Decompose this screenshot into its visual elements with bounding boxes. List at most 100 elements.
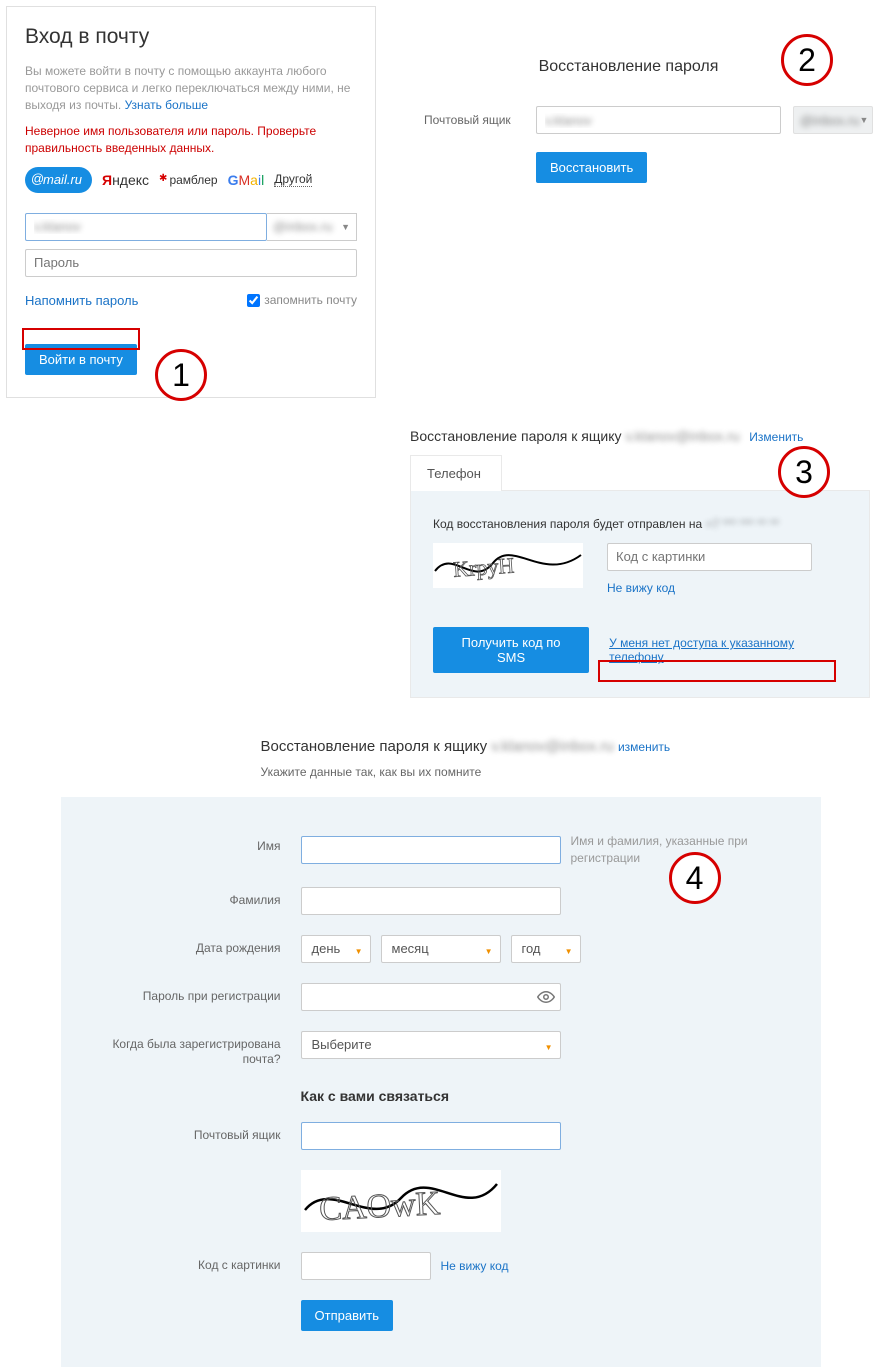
recovery-domain-value: @inbox.ru xyxy=(800,113,859,128)
svg-text:CAOwK: CAOwK xyxy=(318,1185,441,1228)
domain-value: @inbox.ru xyxy=(273,219,332,234)
send-button[interactable]: Отправить xyxy=(301,1300,393,1331)
learn-more-link[interactable]: Узнать больше xyxy=(125,98,208,112)
remind-password-link[interactable]: Напомнить пароль xyxy=(25,293,138,308)
phone-change-link[interactable]: Изменить xyxy=(749,430,803,444)
regpwd-input[interactable] xyxy=(301,983,561,1011)
chevron-down-icon: ▼ xyxy=(565,947,573,956)
captcha-input[interactable] xyxy=(607,543,812,571)
dob-month-select[interactable]: месяц▼ xyxy=(381,935,501,963)
row-code: Код с картинки Не вижу код xyxy=(101,1252,781,1280)
login-error: Неверное имя пользователя или пароль. Пр… xyxy=(25,123,357,157)
full-recovery-panel: Восстановление пароля к ящику v.klanov@i… xyxy=(61,738,821,1367)
name-input[interactable] xyxy=(301,836,561,864)
login-panel: Вход в почту Вы можете войти в почту с п… xyxy=(6,6,376,398)
username-row: @inbox.ru ▼ xyxy=(25,213,357,241)
dob-year-select[interactable]: год ▼ xyxy=(511,935,581,963)
login-button[interactable]: Войти в почту xyxy=(25,344,137,375)
recovery-button[interactable]: Восстановить xyxy=(536,152,647,183)
regpwd-label: Пароль при регистрации xyxy=(101,983,301,1005)
gmail-g: G xyxy=(228,172,239,188)
when-label: Когда была зарегистрирована почта? xyxy=(101,1031,301,1068)
provider-other[interactable]: Другой xyxy=(274,172,312,187)
annotation-3: 3 xyxy=(778,446,830,498)
chevron-down-icon: ▼ xyxy=(485,947,493,956)
full-submit-row: Отправить xyxy=(301,1300,781,1331)
row-contact: Почтовый ящик xyxy=(101,1122,781,1150)
dob-year-value: год xyxy=(522,941,541,956)
row-captcha2: CAOwK xyxy=(101,1170,781,1232)
cant-see-code-link-2[interactable]: Не вижу код xyxy=(441,1259,509,1273)
username-input[interactable] xyxy=(25,213,267,241)
provider-row: mail.ru Яндекс рамблер GMail Другой xyxy=(25,167,357,193)
dob-day-select[interactable]: день▼ xyxy=(301,935,371,963)
surname-input[interactable] xyxy=(301,887,561,915)
provider-yandex[interactable]: Яндекс xyxy=(102,172,149,188)
login-intro: Вы можете войти в почту с помощью аккаун… xyxy=(25,63,357,113)
captcha2-spacer xyxy=(101,1170,301,1176)
annotation-2: 2 xyxy=(781,34,833,86)
domain-select[interactable]: @inbox.ru ▼ xyxy=(267,213,357,241)
recovery-email-row: Почтовый ящик @inbox.ru ▼ xyxy=(384,106,873,134)
recovery-domain-select[interactable]: @inbox.ru ▼ xyxy=(793,106,873,134)
phone-actions: Получить код по SMS У меня нет доступа к… xyxy=(433,627,847,673)
full-subtitle: Укажите данные так, как вы их помните xyxy=(261,765,821,779)
cant-see-code-link[interactable]: Не вижу код xyxy=(607,581,675,595)
contact-input[interactable] xyxy=(301,1122,561,1150)
no-phone-access-link[interactable]: У меня нет доступа к указанному телефону xyxy=(609,636,847,664)
chevron-down-icon: ▼ xyxy=(341,222,350,232)
row-when: Когда была зарегистрирована почта? Выбер… xyxy=(101,1031,781,1068)
svg-text:KrpyH: KrpyH xyxy=(452,553,515,582)
login-below-row: Напомнить пароль запомнить почту xyxy=(25,293,357,308)
tab-phone[interactable]: Телефон xyxy=(410,455,502,491)
phone-body: Код восстановления пароля будет отправле… xyxy=(410,490,870,698)
phone-msg-number: +7 *** *** ** ** xyxy=(705,517,795,531)
name-hint: Имя и фамилия, указанные при регистрации xyxy=(571,833,751,867)
contact-label: Почтовый ящик xyxy=(101,1122,301,1144)
captcha-image: KrpyH xyxy=(433,543,583,588)
login-title: Вход в почту xyxy=(25,25,357,49)
full-header-email: v.klanov@inbox.ru xyxy=(491,738,614,755)
captcha-image-2: CAOwK xyxy=(301,1170,501,1232)
provider-rambler[interactable]: рамблер xyxy=(159,173,218,187)
when-select[interactable]: Выберите ▼ xyxy=(301,1031,561,1059)
surname-label: Фамилия xyxy=(101,887,301,909)
name-label: Имя xyxy=(101,833,301,855)
recovery-email-input[interactable] xyxy=(536,106,781,134)
captcha-row: KrpyH Не вижу код xyxy=(433,543,847,595)
row-regpwd: Пароль при регистрации xyxy=(101,983,781,1011)
chevron-down-icon: ▼ xyxy=(355,947,363,956)
eye-icon[interactable] xyxy=(537,988,555,1010)
phone-header-email: v.klanov@inbox.ru xyxy=(625,428,745,444)
yandex-rest: ндекс xyxy=(112,172,149,188)
code-input[interactable] xyxy=(301,1252,431,1280)
when-value: Выберите xyxy=(312,1037,372,1052)
annotation-1: 1 xyxy=(155,349,207,401)
chevron-down-icon: ▼ xyxy=(859,115,868,125)
phone-msg-prefix: Код восстановления пароля будет отправле… xyxy=(433,517,702,531)
password-row xyxy=(25,249,357,277)
code-label: Код с картинки xyxy=(101,1252,301,1274)
provider-gmail[interactable]: GMail xyxy=(228,172,265,188)
password-input[interactable] xyxy=(25,249,357,277)
yandex-ya: Я xyxy=(102,172,112,188)
phone-header-prefix: Восстановление пароля к ящику xyxy=(410,428,621,444)
dob-label: Дата рождения xyxy=(101,935,301,957)
full-change-link[interactable]: изменить xyxy=(618,740,670,754)
remember-label[interactable]: запомнить почту xyxy=(247,293,357,307)
phone-msg: Код восстановления пароля будет отправле… xyxy=(433,517,847,531)
remember-text: запомнить почту xyxy=(264,293,357,307)
gmail-a: a xyxy=(250,172,258,188)
provider-mailru[interactable]: mail.ru xyxy=(25,167,92,193)
annotation-4: 4 xyxy=(669,852,721,904)
recovery-panel: Восстановление пароля Почтовый ящик @inb… xyxy=(384,6,873,183)
gmail-l: l xyxy=(261,172,264,188)
gmail-m: M xyxy=(238,172,250,188)
full-header: Восстановление пароля к ящику v.klanov@i… xyxy=(261,738,821,755)
recovery-email-label: Почтовый ящик xyxy=(424,113,524,127)
full-header-prefix: Восстановление пароля к ящику xyxy=(261,738,488,755)
get-sms-button[interactable]: Получить код по SMS xyxy=(433,627,589,673)
recovery-submit-row: Восстановить xyxy=(384,152,873,183)
phone-header: Восстановление пароля к ящику v.klanov@i… xyxy=(410,428,870,444)
remember-checkbox[interactable] xyxy=(247,294,260,307)
